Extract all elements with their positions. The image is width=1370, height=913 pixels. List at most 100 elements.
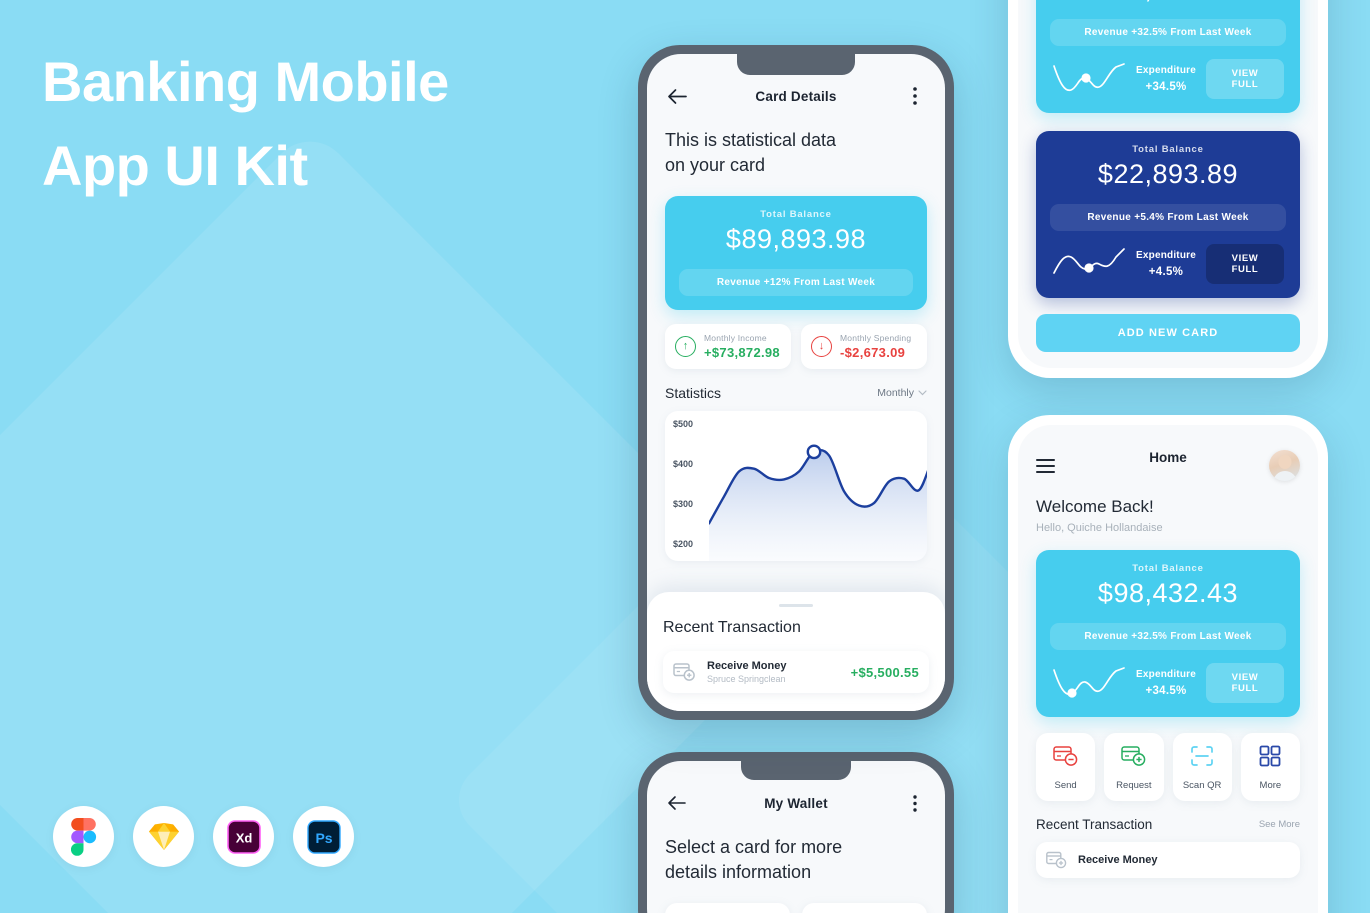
view-full-button[interactable]: VIEW FULL [1206, 58, 1284, 99]
hamburger-icon[interactable] [1036, 458, 1055, 473]
monthly-spending-box[interactable]: ↓ Monthly Spending -$2,673.09 [801, 324, 927, 369]
action-label: Send [1054, 780, 1077, 791]
arrow-up-circle-icon: ↑ [675, 336, 696, 357]
card-balance-label: Total Balance [760, 209, 832, 220]
card-revenue-pill: Revenue +32.5% From Last Week [1050, 18, 1286, 46]
tool-badge-row: Xd Ps [53, 806, 354, 867]
figma-icon [70, 817, 96, 856]
phone-card-details-screen: Card Details This is statistical data on… [638, 45, 954, 720]
card-footer: Expenditure +34.5% VIEW FULL [1050, 58, 1286, 99]
add-new-card-button[interactable]: ADD NEW CARD [1036, 313, 1300, 352]
home-screen-surface: Home Welcome Back! Hello, Quiche Holland… [1018, 425, 1318, 913]
transaction-text-block: Receive Money Spruce Springclean [707, 660, 786, 684]
phone-home-screen: Home Welcome Back! Hello, Quiche Holland… [1008, 415, 1328, 913]
action-more[interactable]: More [1240, 733, 1300, 801]
card-receive-icon [1046, 851, 1067, 869]
welcome-title: Welcome Back! [1036, 497, 1154, 516]
y-tick: $300 [673, 499, 694, 509]
sketch-badge[interactable] [133, 806, 194, 867]
back-button[interactable] [665, 84, 689, 108]
see-more-link[interactable]: See More [1259, 819, 1300, 830]
action-label: More [1259, 780, 1282, 791]
monthly-stats-row: ↑ Monthly Income +$73,872.98 ↓ Monthly S… [665, 324, 927, 369]
stat-value: -$2,673.09 [840, 345, 906, 360]
photoshop-badge[interactable]: Ps [293, 806, 354, 867]
welcome-subtitle: Hello, Quiche Hollandaise [1036, 522, 1163, 534]
expenditure-label: Expenditure [1136, 249, 1196, 261]
card-balance-label: Total Balance [1132, 143, 1204, 155]
card-balance-amount: $89,893.98 [725, 224, 867, 254]
action-send[interactable]: Send [1036, 733, 1096, 801]
phone-notch [741, 761, 851, 780]
photoshop-icon: Ps [306, 819, 341, 854]
statistics-header: Statistics Monthly [665, 385, 927, 401]
adobe-xd-badge[interactable]: Xd [213, 806, 274, 867]
expenditure-value: +4.5% [1148, 265, 1184, 278]
total-balance-card[interactable]: Total Balance $89,893.98 Revenue +12% Fr… [665, 196, 927, 310]
stat-value: +$73,872.98 [704, 345, 780, 360]
welcome-block: Welcome Back! Hello, Quiche Hollandaise [1018, 481, 1318, 534]
sheet-grab-handle[interactable] [779, 604, 813, 607]
card-send-icon [1052, 746, 1077, 766]
adobe-xd-icon: Xd [226, 819, 261, 854]
y-tick: $200 [673, 539, 694, 549]
arrow-left-icon [667, 88, 687, 104]
wallet-mini-card[interactable] [665, 903, 790, 913]
transaction-amount: +$5,500.55 [850, 664, 919, 680]
action-label: Scan QR [1182, 780, 1222, 791]
list-item[interactable]: Receive Money [1036, 842, 1300, 878]
action-request[interactable]: Request [1104, 733, 1164, 801]
home-balance-card[interactable]: Total Balance $98,432.43 Revenue +32.5% … [1036, 550, 1300, 717]
action-label: Request [1116, 780, 1152, 791]
card-footer: Expenditure +4.5% VIEW FULL [1050, 243, 1286, 284]
expenditure-label: Expenditure [1136, 64, 1196, 76]
statistics-title: Statistics [665, 385, 722, 401]
expenditure-label: Expenditure [1136, 669, 1196, 680]
quick-action-row: Send Request Scan QR More [1036, 733, 1300, 801]
card-revenue-pill: Revenue +32.5% From Last Week [1050, 623, 1286, 650]
phone-cards-screen: Total Balance $12,430.10 Revenue +32.5% … [1008, 0, 1328, 378]
monthly-spending-text: Monthly Spending -$2,673.09 [840, 333, 911, 360]
chart-y-axis: $500 $400 $300 $200 [673, 419, 693, 549]
expenditure-block: Expenditure +34.5% [1136, 669, 1196, 697]
expenditure-block: Expenditure +34.5% [1136, 65, 1196, 93]
monthly-income-text: Monthly Income +$73,872.98 [704, 333, 780, 360]
sparkline-icon [1053, 248, 1125, 274]
avatar[interactable] [1269, 450, 1300, 481]
table-row[interactable]: Receive Money Spruce Springclean +$5,500… [663, 651, 929, 693]
figma-badge[interactable] [53, 806, 114, 867]
card-request-icon [1121, 746, 1146, 766]
view-full-button[interactable]: VIEW FULL [1206, 663, 1284, 703]
grid-more-icon [1259, 745, 1281, 767]
back-button[interactable] [665, 791, 689, 815]
wallet-card-navy[interactable]: Total Balance $22,893.89 Revenue +5.4% F… [1036, 130, 1300, 298]
y-tick: $500 [673, 419, 694, 429]
page-title: Card Details [755, 88, 837, 104]
recent-transaction-sheet: Recent Transaction Receive Money Spruce … [647, 592, 945, 711]
wallet-card-cyan[interactable]: Total Balance $12,430.10 Revenue +32.5% … [1036, 0, 1300, 113]
transaction-subtitle: Spruce Springclean [707, 674, 786, 684]
svg-text:Xd: Xd [235, 830, 252, 845]
arrow-left-icon [668, 796, 686, 810]
sparkline-icon [1053, 63, 1125, 92]
view-full-button[interactable]: VIEW FULL [1206, 243, 1284, 284]
phone-notch [737, 54, 855, 75]
monthly-income-box[interactable]: ↑ Monthly Income +$73,872.98 [665, 324, 791, 369]
transaction-name: Receive Money [707, 660, 787, 672]
overflow-menu-button[interactable] [903, 791, 927, 815]
page-title: My Wallet [764, 795, 828, 811]
expenditure-value: +34.5% [1145, 80, 1187, 93]
card-balance-amount: $98,432.43 [1097, 578, 1239, 608]
period-label: Monthly [877, 387, 914, 399]
wallet-mini-card[interactable] [802, 903, 927, 913]
chart-plot-area [709, 444, 927, 561]
statistics-chart[interactable]: $500 $400 $300 $200 [665, 411, 927, 561]
stat-label: Monthly Spending [840, 333, 912, 343]
y-tick: $400 [673, 459, 694, 469]
card-balance-amount: $22,893.89 [1097, 158, 1239, 189]
statistics-period-selector[interactable]: Monthly [877, 387, 927, 399]
action-scan-qr[interactable]: Scan QR [1172, 733, 1232, 801]
phone-my-wallet-screen: My Wallet Select a card for more details… [638, 752, 954, 913]
overflow-menu-button[interactable] [903, 84, 927, 108]
arrow-down-circle-icon: ↓ [811, 336, 832, 357]
